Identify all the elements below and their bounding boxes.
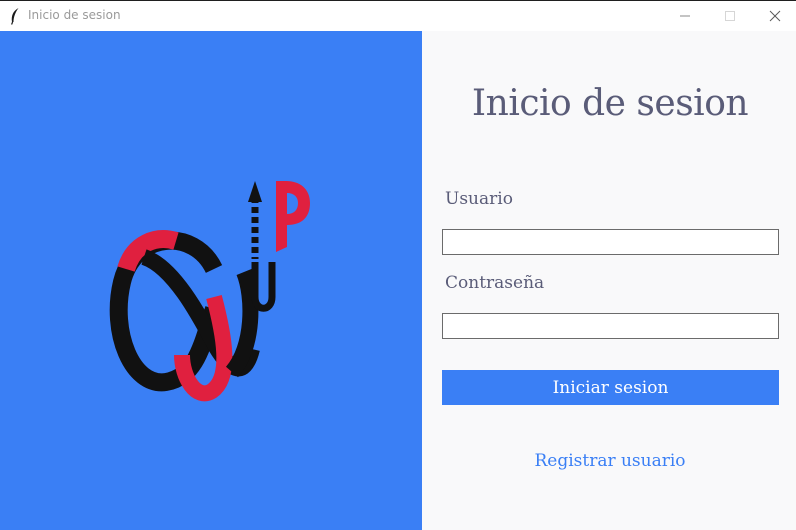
login-window: Inicio de sesion Inicio de sesion Usuari… [0, 0, 796, 530]
username-input[interactable] [442, 229, 779, 255]
feather-icon [9, 7, 21, 25]
page-title: Inicio de sesion [471, 83, 749, 124]
title-bar[interactable]: Inicio de sesion [0, 1, 796, 31]
close-icon [769, 10, 781, 22]
password-label: Contraseña [445, 273, 545, 293]
minimize-icon [680, 15, 690, 17]
register-user-link[interactable]: Registrar usuario [422, 451, 796, 471]
minimize-button[interactable] [662, 1, 708, 31]
infinity-up-logo [109, 181, 310, 402]
username-label: Usuario [445, 189, 513, 209]
close-button[interactable] [752, 1, 796, 31]
logo-panel [0, 31, 422, 530]
password-input[interactable] [442, 313, 779, 339]
login-form-panel: Inicio de sesion Usuario Contraseña Inic… [422, 31, 796, 530]
maximize-icon [725, 11, 735, 21]
login-button[interactable]: Iniciar sesion [442, 370, 779, 405]
maximize-button[interactable] [707, 1, 753, 31]
window-title: Inicio de sesion [28, 8, 121, 22]
